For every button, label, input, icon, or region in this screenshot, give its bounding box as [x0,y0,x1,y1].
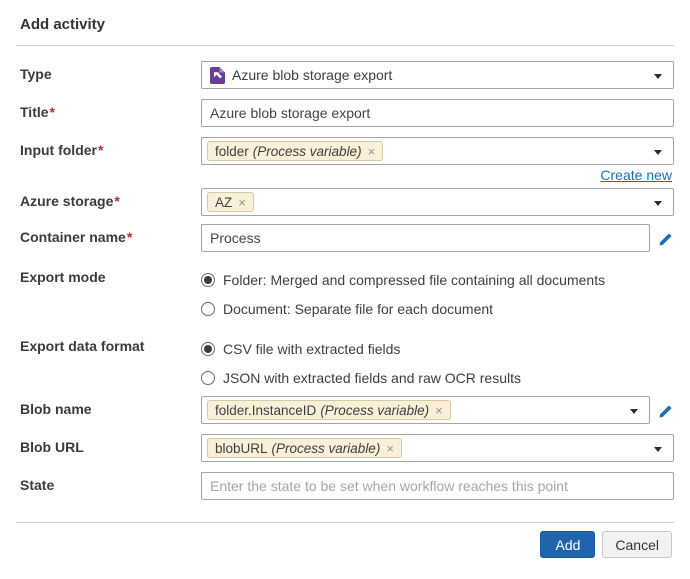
input-folder-select[interactable]: folder (Process variable) × [201,137,674,165]
radio-option-export-mode-document[interactable]: Document: Separate file for each documen… [201,299,493,319]
type-value: Azure blob storage export [232,67,393,83]
dialog-title: Add activity [20,16,106,33]
input-folder-label: Input folder* [20,142,104,158]
form-row-title: Title* [16,99,674,127]
type-label: Type [20,66,52,82]
azure-storage-label: Azure storage* [20,193,120,209]
azure-export-file-icon [210,66,225,84]
blob-name-select[interactable]: folder.InstanceID (Process variable) × [201,396,650,424]
blob-name-label: Blob name [20,401,92,417]
radio-button-icon[interactable] [201,273,215,287]
required-asterisk: * [126,229,133,245]
radio-option-format-csv[interactable]: CSV file with extracted fields [201,339,400,359]
remove-tag-icon[interactable]: × [384,441,394,456]
title-input[interactable] [201,99,674,127]
title-label: Title* [20,104,55,120]
required-asterisk: * [114,193,120,209]
tag-kind: (Process variable) [252,143,362,159]
radio-option-label: Folder: Merged and compressed file conta… [223,272,606,288]
chevron-down-icon [654,74,662,79]
azure-storage-tag: AZ × [207,192,254,212]
radio-option-label: JSON with extracted fields and raw OCR r… [223,370,521,386]
form-row-type: Type Azure blob storage export [16,61,674,89]
blob-name-tag: folder.InstanceID (Process variable) × [207,400,451,420]
add-button[interactable]: Add [540,531,596,558]
azure-storage-select[interactable]: AZ × [201,188,674,216]
form-row-blob-url: Blob URL blobURL (Process variable) × [16,434,674,462]
export-data-format-label: Export data format [20,338,145,354]
create-new-link[interactable]: Create new [600,167,672,183]
export-mode-label: Export mode [20,269,106,285]
tag-name: AZ [215,194,233,210]
radio-option-format-json[interactable]: JSON with extracted fields and raw OCR r… [201,368,521,388]
form-row-export-mode: Export mode Folder: Merged and compresse… [16,266,674,319]
state-input[interactable] [201,472,674,500]
header-divider [16,45,674,46]
form-row-blob-name: Blob name folder.InstanceID (Process var… [16,396,674,424]
create-new-row: Create new [16,167,674,183]
chevron-down-icon [630,409,638,414]
form-row-export-data-format: Export data format CSV file with extract… [16,335,674,388]
add-activity-dialog: Add activity Type Azure blob storage exp… [0,0,690,558]
blob-url-select[interactable]: blobURL (Process variable) × [201,434,674,462]
chevron-down-icon [654,447,662,452]
radio-button-icon[interactable] [201,342,215,356]
form-row-container-name: Container name* [16,224,674,252]
radio-button-icon[interactable] [201,371,215,385]
tag-name: folder [215,143,249,159]
chevron-down-icon [654,150,662,155]
tag-name: blobURL [215,440,268,456]
remove-tag-icon[interactable]: × [433,403,443,418]
required-asterisk: * [98,142,104,158]
cancel-button[interactable]: Cancel [602,531,672,558]
container-name-input[interactable] [201,224,650,252]
edit-pencil-icon[interactable] [659,231,674,246]
tag-kind: (Process variable) [271,440,381,456]
container-name-label: Container name* [20,229,133,245]
tag-kind: (Process variable) [320,402,430,418]
form-row-state: State [16,472,674,500]
state-label: State [20,477,55,493]
form-row-azure-storage: Azure storage* AZ × [16,188,674,216]
blob-url-tag: blobURL (Process variable) × [207,438,402,458]
remove-tag-icon[interactable]: × [366,144,376,159]
radio-option-label: CSV file with extracted fields [223,341,401,357]
radio-option-export-mode-folder[interactable]: Folder: Merged and compressed file conta… [201,270,605,290]
input-folder-tag: folder (Process variable) × [207,141,384,161]
type-select[interactable]: Azure blob storage export [201,61,674,89]
tag-name: folder.InstanceID [215,402,317,418]
edit-pencil-icon[interactable] [659,403,674,418]
radio-button-icon[interactable] [201,302,215,316]
remove-tag-icon[interactable]: × [236,195,246,210]
dialog-footer: Add Cancel [16,523,674,558]
form-row-input-folder: Input folder* folder (Process variable) … [16,137,674,165]
chevron-down-icon [654,201,662,206]
blob-url-label: Blob URL [20,439,84,455]
required-asterisk: * [49,104,55,120]
radio-option-label: Document: Separate file for each documen… [223,301,494,317]
